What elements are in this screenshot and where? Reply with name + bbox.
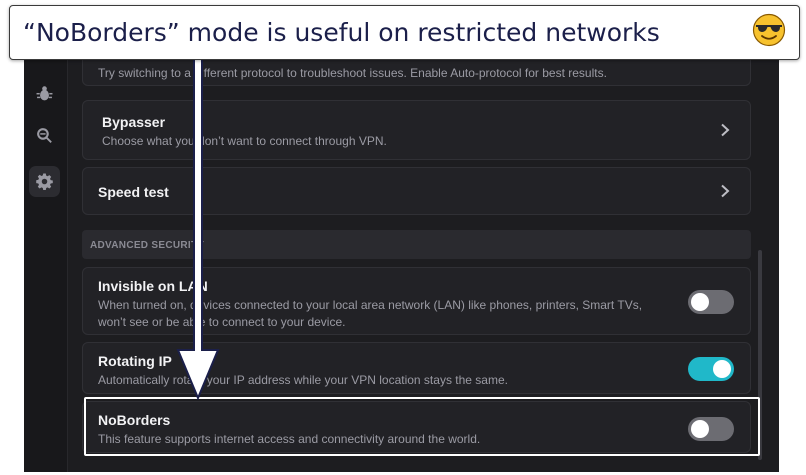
sidebar-item-threat-protection[interactable] <box>29 78 60 109</box>
invisible-on-lan-toggle[interactable] <box>688 290 734 314</box>
speed-test-title: Speed test <box>98 184 169 200</box>
down-arrow-annotation <box>176 60 220 400</box>
sidebar-item-dark-web-monitor[interactable] <box>29 120 60 151</box>
rotating-ip-description: Automatically rotate your IP address whi… <box>98 373 508 387</box>
bypasser-description: Choose what you don’t want to connect th… <box>102 134 387 148</box>
sidebar <box>24 52 68 472</box>
caption-text: “NoBorders” mode is useful on restricted… <box>23 18 660 47</box>
search-minus-icon <box>37 128 52 143</box>
invisible-on-lan-description-line2: won’t see or be able to connect to your … <box>98 315 346 329</box>
chevron-right-icon <box>718 184 732 198</box>
noborders-highlight-box <box>84 397 760 456</box>
rotating-ip-toggle[interactable] <box>688 357 734 381</box>
rotating-ip-title: Rotating IP <box>98 353 172 369</box>
smiling-face-with-sunglasses-icon <box>752 13 786 47</box>
bug-icon <box>36 86 53 101</box>
gear-icon <box>36 173 53 190</box>
toggle-knob <box>691 293 709 311</box>
chevron-right-icon <box>718 123 732 137</box>
sidebar-item-settings[interactable] <box>29 166 60 197</box>
bypasser-title: Bypasser <box>102 114 166 130</box>
caption-banner: “NoBorders” mode is useful on restricted… <box>9 5 800 60</box>
toggle-knob <box>713 360 731 378</box>
